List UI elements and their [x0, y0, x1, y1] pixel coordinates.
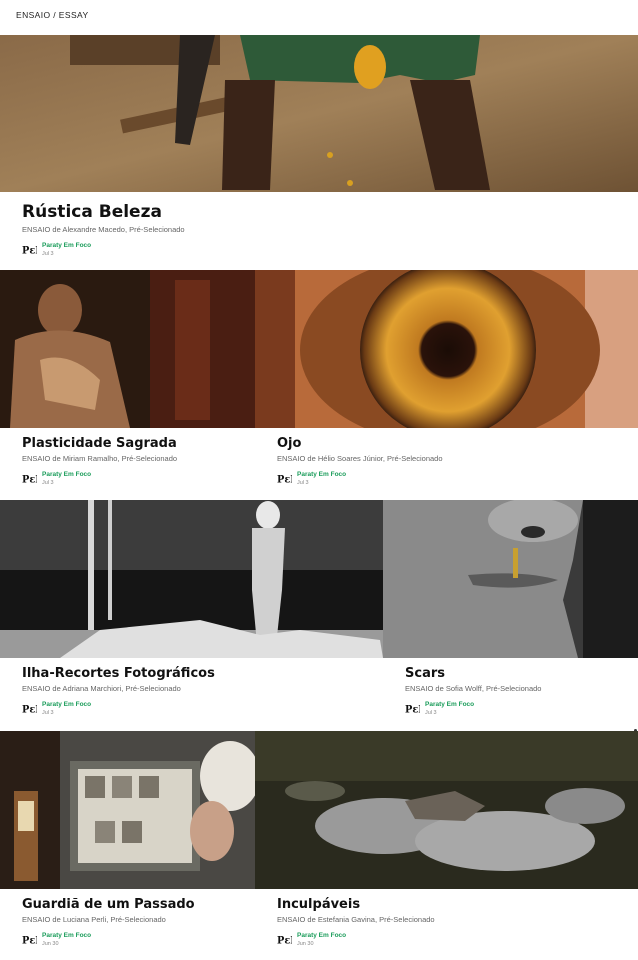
essay-image-eye-iris[interactable]: [255, 270, 638, 428]
essay-title[interactable]: Ilha-Recortes Fotográficos: [22, 666, 375, 681]
essay-title[interactable]: Guardiã de um Passado: [22, 897, 247, 912]
essay-image-woman-frame[interactable]: [0, 731, 255, 889]
post-date: Jul 3: [425, 710, 437, 716]
svg-text:PεF: PεF: [405, 704, 420, 715]
publication-name[interactable]: Paraty Em Foco: [297, 932, 346, 939]
publication-info[interactable]: PεF Paraty Em Foco Jul 3: [22, 471, 247, 486]
post-date: Jun 30: [42, 941, 59, 947]
pef-logo-icon: PεF: [405, 704, 420, 715]
pef-logo-icon: PεF: [22, 935, 37, 946]
publication-info[interactable]: PεF Paraty Em Foco Jul 3: [22, 242, 630, 257]
essay-image-religious-statue[interactable]: [0, 270, 255, 428]
essay-card[interactable]: Inculpáveis ENSAIO de Estefania Gavina, …: [255, 731, 638, 960]
essay-card[interactable]: Guardiã de um Passado ENSAIO de Luciana …: [0, 731, 255, 960]
publication-name[interactable]: Paraty Em Foco: [42, 471, 91, 478]
post-date: Jul 3: [42, 480, 54, 486]
publication-info[interactable]: PεF Paraty Em Foco Jul 3: [277, 471, 630, 486]
essay-subtitle: ENSAIO de Miriam Ramalho, Pré-Selecionad…: [22, 454, 178, 463]
essay-title[interactable]: Ojo: [277, 436, 630, 451]
svg-text:PεF: PεF: [22, 704, 37, 715]
publication-info[interactable]: PεF Paraty Em Foco Jul 3: [405, 701, 630, 716]
publication-name[interactable]: Paraty Em Foco: [297, 471, 346, 478]
breadcrumb[interactable]: ENSAIO / ESSAY: [16, 10, 89, 20]
essay-card[interactable]: Ilha-Recortes Fotográficos ENSAIO de Adr…: [0, 500, 383, 730]
essay-subtitle: ENSAIO de Sofia Wolff, Pré-Selecionado: [405, 684, 542, 693]
essay-title[interactable]: Inculpáveis: [277, 897, 630, 912]
svg-text:PεF: PεF: [22, 245, 37, 256]
essay-image-seated-person[interactable]: [0, 35, 638, 192]
essay-subtitle: ENSAIO de Alexandre Macedo, Pré-Selecion…: [22, 225, 185, 234]
essay-card[interactable]: Plasticidade Sagrada ENSAIO de Miriam Ra…: [0, 270, 255, 500]
publication-name[interactable]: Paraty Em Foco: [42, 701, 91, 708]
post-date: Jul 3: [42, 251, 54, 257]
publication-info[interactable]: PεF Paraty Em Foco Jun 30: [22, 932, 247, 947]
pef-logo-icon: PεF: [277, 935, 292, 946]
pef-logo-icon: PεF: [22, 245, 37, 256]
top-bar: ENSAIO / ESSAY: [0, 0, 638, 34]
svg-text:PεF: PεF: [277, 935, 292, 946]
essay-title[interactable]: Plasticidade Sagrada: [22, 436, 247, 451]
essay-image-dead-bird[interactable]: [255, 731, 638, 889]
essay-image-bw-figurine[interactable]: [0, 500, 383, 658]
svg-text:PεF: PεF: [22, 474, 37, 485]
essay-title[interactable]: Rústica Beleza: [22, 202, 630, 222]
essay-subtitle: ENSAIO de Estefania Gavina, Pré-Selecion…: [277, 915, 435, 924]
pef-logo-icon: PεF: [22, 474, 37, 485]
pef-logo-icon: PεF: [22, 704, 37, 715]
essay-title[interactable]: Scars: [405, 666, 630, 681]
publication-info[interactable]: PεF Paraty Em Foco Jul 3: [22, 701, 375, 716]
essay-subtitle: ENSAIO de Luciana Perli, Pré-Selecionado: [22, 915, 166, 924]
post-date: Jun 30: [297, 941, 314, 947]
post-date: Jul 3: [42, 710, 54, 716]
svg-text:PεF: PεF: [22, 935, 37, 946]
essay-card[interactable]: Ojo ENSAIO de Hélio Soares Júnior, Pré-S…: [255, 270, 638, 500]
post-date: Jul 3: [297, 480, 309, 486]
publication-info[interactable]: PεF Paraty Em Foco Jun 30: [277, 932, 630, 947]
essay-card[interactable]: Scars ENSAIO de Sofia Wolff, Pré-Selecio…: [383, 500, 638, 730]
svg-text:PεF: PεF: [277, 474, 292, 485]
publication-name[interactable]: Paraty Em Foco: [42, 242, 91, 249]
publication-name[interactable]: Paraty Em Foco: [42, 932, 91, 939]
publication-name[interactable]: Paraty Em Foco: [425, 701, 474, 708]
essay-subtitle: ENSAIO de Adriana Marchiori, Pré-Selecio…: [22, 684, 181, 693]
pef-logo-icon: PεF: [277, 474, 292, 485]
essay-image-bw-face[interactable]: [383, 500, 638, 658]
essay-subtitle: ENSAIO de Hélio Soares Júnior, Pré-Selec…: [277, 454, 443, 463]
essay-card[interactable]: Rústica Beleza ENSAIO de Alexandre Maced…: [0, 35, 638, 269]
